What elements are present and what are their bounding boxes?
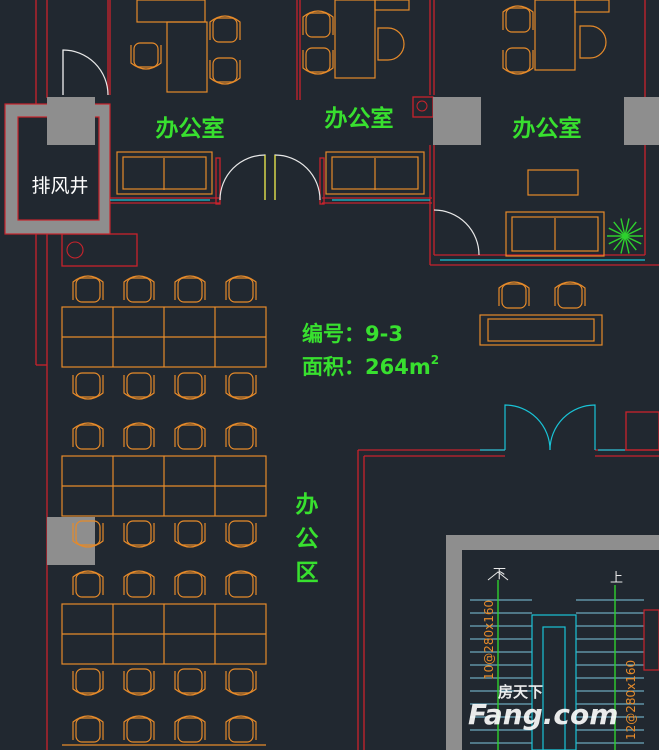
office-label-3: 办公室	[513, 115, 582, 142]
unit-area: 面积：264m2	[302, 353, 439, 379]
office-label-1: 办公室	[156, 115, 225, 142]
shaft-label: 排风井	[31, 175, 88, 197]
floor-plan: 排风井 下 上 10@280x160 12@280x160 办公室 办公室 办公…	[0, 0, 659, 750]
stair-dimension-left: 10@280x160	[482, 600, 496, 680]
stair-dimension-right: 12@280x160	[624, 660, 638, 740]
stair-down-label: 下	[493, 567, 506, 582]
open-area-label-3: 区	[296, 560, 319, 586]
office-label-2: 办公室	[325, 105, 394, 132]
watermark-en: Fang.com	[468, 698, 618, 731]
stair-up-label: 上	[610, 571, 623, 586]
open-area-label-2: 公	[296, 526, 319, 552]
unit-number: 编号：9-3	[302, 322, 403, 346]
open-area-label-1: 办	[296, 492, 319, 518]
